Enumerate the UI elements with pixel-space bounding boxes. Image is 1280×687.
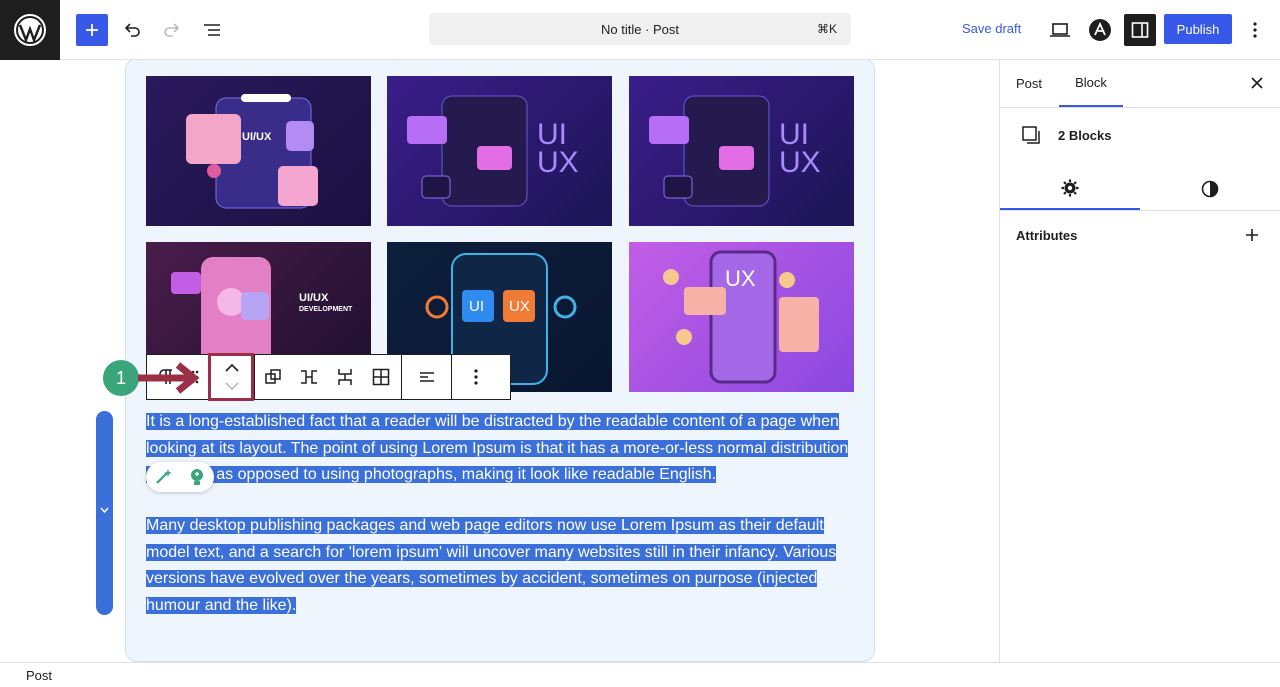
group-icon xyxy=(265,369,281,384)
align-text-button[interactable] xyxy=(409,355,445,399)
image-caption: UI/UX xyxy=(299,292,329,304)
move-up-down-highlight xyxy=(208,353,254,401)
document-overview-button[interactable] xyxy=(196,14,228,46)
undo-button[interactable] xyxy=(116,14,148,46)
image-caption: UI UX xyxy=(537,118,579,179)
tab-styles[interactable] xyxy=(1140,168,1280,210)
settings-sidebar-toggle[interactable] xyxy=(1124,14,1156,46)
wordpress-icon xyxy=(14,14,46,46)
gallery-image[interactable]: UI UX xyxy=(629,76,854,226)
image-caption-ui: UI xyxy=(469,298,484,315)
chevron-down-icon xyxy=(100,507,109,514)
laptop-icon xyxy=(1050,23,1070,37)
astra-settings-button[interactable] xyxy=(1084,14,1116,46)
tab-settings[interactable] xyxy=(1000,168,1140,210)
gallery-image[interactable]: UI/UX xyxy=(146,76,371,226)
step-badge: 1 xyxy=(103,360,139,396)
plus-icon xyxy=(86,24,98,36)
image-caption: UI/UX xyxy=(242,131,272,143)
tab-post[interactable]: Post xyxy=(1016,60,1042,107)
block-count-label: 2 Blocks xyxy=(1058,128,1112,143)
image-caption-ux: UX xyxy=(509,298,530,315)
chevron-down-icon[interactable] xyxy=(225,382,239,391)
panel-divider xyxy=(1000,210,1280,211)
contrast-icon xyxy=(1201,180,1219,198)
close-icon[interactable] xyxy=(1251,77,1263,89)
align-left-icon xyxy=(419,372,434,382)
undo-icon xyxy=(124,23,140,37)
settings-sidebar: Post Block 2 Blocks Attributes xyxy=(999,60,1280,662)
sidebar-icon xyxy=(1131,22,1149,38)
chevron-up-icon[interactable] xyxy=(225,363,239,372)
tabs-divider xyxy=(1000,107,1280,108)
row-icon xyxy=(301,370,317,384)
editor-footer: Post xyxy=(0,662,1280,687)
inline-ai-tools xyxy=(146,462,214,492)
align-group xyxy=(402,355,452,399)
command-shortcut: ⌘K xyxy=(816,22,837,36)
ui-ux-illustration xyxy=(663,250,819,384)
lightbulb-icon[interactable] xyxy=(187,467,207,487)
save-draft-button[interactable]: Save draft xyxy=(962,21,1021,36)
block-options-button[interactable] xyxy=(458,355,494,399)
editor-header: No title · Post ⌘K Save draft Publish xyxy=(0,0,1280,60)
image-caption: UX xyxy=(725,266,756,291)
add-block-button[interactable] xyxy=(76,14,108,46)
document-title: No title · Post xyxy=(600,21,680,37)
paragraph-text: Many desktop publishing packages and web… xyxy=(146,517,837,614)
attributes-heading: Attributes xyxy=(1016,228,1078,243)
list-view-icon xyxy=(204,24,220,36)
magic-wand-icon[interactable] xyxy=(153,467,173,487)
arrow-right-icon xyxy=(138,362,200,394)
publish-button[interactable]: Publish xyxy=(1164,14,1232,44)
image-caption: UI UX xyxy=(779,118,821,179)
redo-icon xyxy=(164,23,180,37)
paragraph-block[interactable]: Many desktop publishing packages and web… xyxy=(146,513,866,619)
block-resize-handle[interactable] xyxy=(96,411,113,615)
ui-ux-illustration xyxy=(186,94,318,209)
paragraph-text: It is a long-established fact that a rea… xyxy=(146,413,849,483)
gear-icon xyxy=(1061,179,1079,197)
blocks-icon xyxy=(1022,126,1040,144)
layout-group xyxy=(255,355,402,399)
stack-button[interactable] xyxy=(327,355,363,399)
gallery-image[interactable]: UI UX xyxy=(387,76,612,226)
paragraph-block[interactable]: It is a long-established fact that a rea… xyxy=(146,409,866,489)
tab-block[interactable]: Block xyxy=(1059,60,1123,107)
grid-button[interactable] xyxy=(363,355,399,399)
more-vertical-icon xyxy=(474,369,478,385)
redo-button[interactable] xyxy=(156,14,188,46)
breadcrumb[interactable]: Post xyxy=(26,668,52,683)
more-vertical-icon xyxy=(1253,22,1257,38)
options-menu-button[interactable] xyxy=(1240,14,1270,46)
plus-icon[interactable] xyxy=(1245,228,1259,242)
gallery-image[interactable]: UX xyxy=(629,242,854,392)
grid-icon xyxy=(372,368,390,386)
image-subcaption: DEVELOPMENT xyxy=(299,306,353,313)
astra-icon xyxy=(1089,19,1111,41)
group-button[interactable] xyxy=(255,355,291,399)
preview-button[interactable] xyxy=(1044,14,1076,46)
options-group xyxy=(452,355,500,399)
stack-icon xyxy=(338,369,352,385)
row-button[interactable] xyxy=(291,355,327,399)
command-palette-bar[interactable]: No title · Post ⌘K xyxy=(429,13,851,45)
wordpress-logo-button[interactable] xyxy=(0,0,60,60)
